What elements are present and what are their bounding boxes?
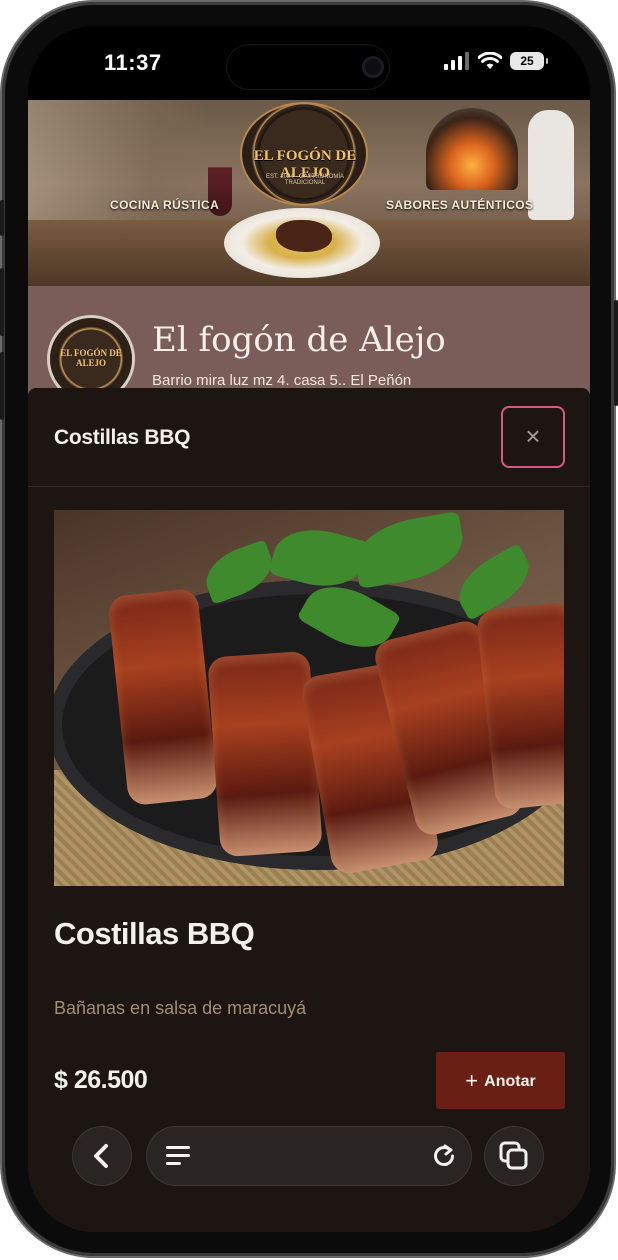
hero-tag-right: SABORES AUTÉNTICOS: [386, 198, 534, 212]
reload-icon[interactable]: [430, 1142, 458, 1170]
hero-banner: EL FOGÓN DE ALEJO EST. 2024 · GASTRONOMÍ…: [28, 100, 590, 286]
dish-description: Bañanas en salsa de maracuyá: [54, 998, 307, 1018]
restaurant-logo-text: EL FOGÓN DE ALEJO: [60, 348, 122, 368]
chevron-left-icon: [94, 1144, 108, 1168]
side-button: [0, 200, 4, 236]
address-bar[interactable]: [146, 1126, 472, 1186]
close-button[interactable]: ×: [501, 406, 565, 468]
wifi-icon: [478, 52, 502, 69]
add-note-button[interactable]: + Anotar: [436, 1052, 565, 1109]
tabs-icon: [499, 1141, 528, 1170]
back-button[interactable]: [72, 1126, 132, 1186]
status-icons: 25: [444, 52, 548, 70]
plus-icon: +: [465, 1068, 479, 1093]
dish-photo: [54, 510, 564, 886]
photo-parsley: [349, 510, 469, 590]
menu-icon[interactable]: [166, 1146, 190, 1166]
hero-badge-subtitle: EST. 2024 · GASTRONOMÍA TRADICIONAL: [265, 174, 345, 186]
status-bar: 11:37 25: [28, 26, 590, 100]
battery-icon: 25: [510, 52, 548, 70]
restaurant-name: El fogón de Alejo: [152, 320, 446, 360]
hero-chef: [528, 110, 574, 220]
dish-price: $ 26.500: [54, 1066, 148, 1094]
dish-name: Costillas BBQ: [54, 916, 255, 951]
side-button: [0, 352, 4, 420]
close-icon: ×: [525, 421, 541, 451]
screen: 11:37 25 EL FOGÓN DE ALEJO EST. 2024 · G…: [28, 26, 590, 1232]
cellular-signal-icon: [444, 52, 469, 70]
hero-tag-left: COCINA RÚSTICA: [110, 198, 220, 212]
add-note-label: Anotar: [484, 1073, 536, 1090]
restaurant-address: Barrio mira luz mz 4. casa 5.. El Peñón: [152, 372, 412, 389]
tabs-button[interactable]: [484, 1126, 544, 1186]
camera-icon: [362, 56, 384, 78]
modal-title: Costillas BBQ: [54, 426, 191, 449]
hero-oven: [426, 108, 518, 190]
status-time: 11:37: [104, 50, 162, 75]
hero-steak: [276, 220, 332, 252]
modal-header: Costillas BBQ ×: [28, 388, 590, 487]
side-button: [0, 268, 4, 336]
side-button: [614, 300, 618, 406]
